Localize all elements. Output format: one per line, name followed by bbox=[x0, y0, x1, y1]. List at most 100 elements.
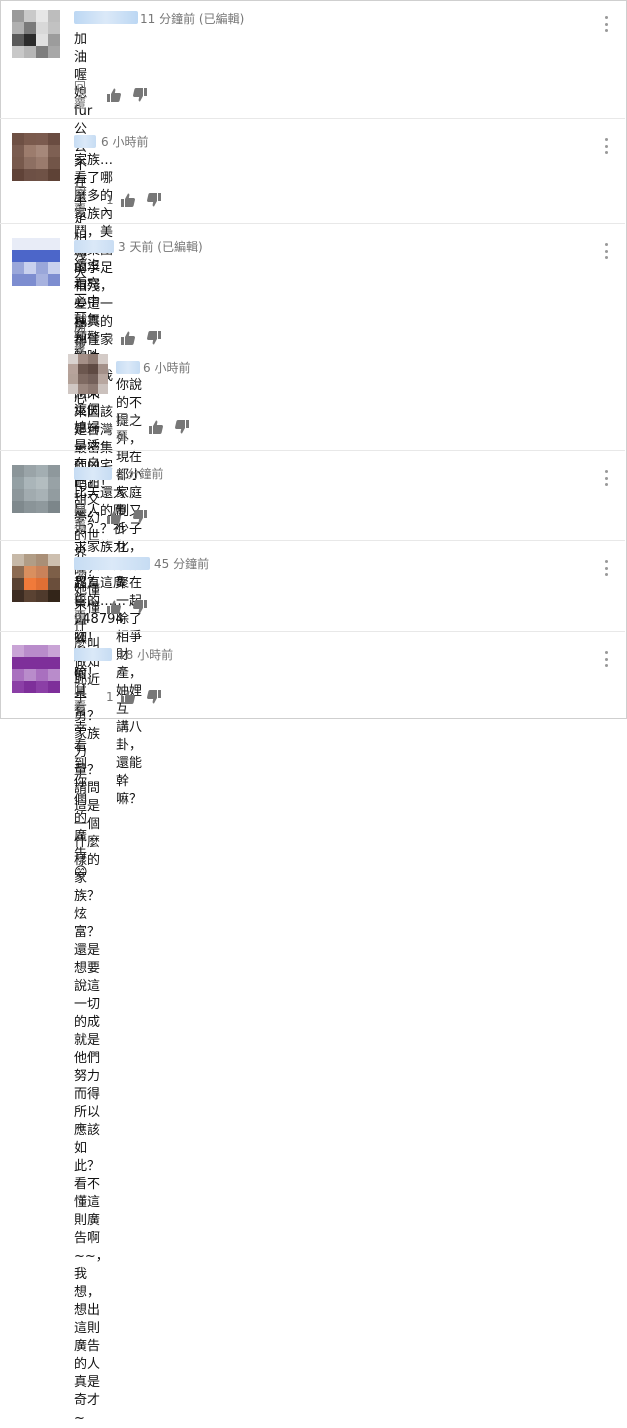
thumbs-up-icon[interactable] bbox=[120, 191, 136, 209]
avatar-pixel bbox=[48, 554, 60, 566]
avatar-pixel bbox=[24, 22, 36, 34]
thumbs-down-icon[interactable] bbox=[146, 329, 162, 347]
thumbs-down-icon[interactable] bbox=[174, 418, 190, 436]
author-name[interactable] bbox=[74, 11, 138, 24]
author-name[interactable] bbox=[74, 467, 112, 480]
avatar-pixel bbox=[36, 274, 48, 286]
more-options-icon[interactable] bbox=[600, 138, 612, 154]
comment-timestamp[interactable]: 8 分鐘前 bbox=[116, 465, 163, 482]
comment-timestamp[interactable]: 18 小時前 bbox=[118, 646, 173, 663]
reply-button[interactable]: 回覆 bbox=[74, 78, 90, 112]
comment-actions: 回覆 3 bbox=[74, 323, 172, 354]
thumbs-down-icon[interactable] bbox=[132, 508, 148, 526]
comment-actions: 回覆 bbox=[116, 412, 200, 443]
divider bbox=[0, 118, 625, 119]
avatar-pixel bbox=[36, 554, 48, 566]
thumbs-down-icon[interactable] bbox=[132, 598, 148, 616]
thumbs-down-icon[interactable] bbox=[146, 688, 162, 706]
comment-actions: 回覆 1 bbox=[74, 185, 172, 216]
avatar[interactable] bbox=[12, 645, 60, 693]
reply-button[interactable]: 回覆 bbox=[116, 410, 132, 444]
avatar-pixel bbox=[24, 489, 36, 501]
avatar-pixel bbox=[48, 238, 60, 250]
comment-timestamp[interactable]: 3 天前 (已編輯) bbox=[118, 238, 203, 255]
avatar-pixel bbox=[48, 578, 60, 590]
thumbs-up-icon[interactable] bbox=[120, 688, 136, 706]
author-name[interactable] bbox=[74, 135, 96, 148]
avatar-pixel bbox=[36, 501, 48, 513]
avatar-pixel bbox=[98, 384, 108, 394]
reply-button[interactable]: 回覆 bbox=[74, 321, 90, 355]
avatar-pixel bbox=[12, 501, 24, 513]
avatar-pixel bbox=[48, 657, 60, 669]
avatar-pixel bbox=[24, 590, 36, 602]
avatar-pixel bbox=[36, 262, 48, 274]
comment-actions: 回覆 bbox=[74, 502, 158, 533]
more-options-icon[interactable] bbox=[600, 243, 612, 259]
reply-button[interactable]: 回覆 bbox=[74, 680, 90, 714]
more-options-icon[interactable] bbox=[600, 470, 612, 486]
author-name[interactable] bbox=[116, 361, 140, 374]
reply-button[interactable]: 回覆 bbox=[74, 500, 90, 534]
avatar-pixel bbox=[24, 262, 36, 274]
comment-timestamp[interactable]: 6 小時前 bbox=[101, 133, 148, 150]
avatar-pixel bbox=[48, 46, 60, 58]
avatar-pixel bbox=[48, 34, 60, 46]
avatar[interactable] bbox=[12, 465, 60, 513]
comment-timestamp[interactable]: 6 小時前 bbox=[143, 359, 190, 376]
avatar-pixel bbox=[12, 489, 24, 501]
avatar-pixel bbox=[78, 364, 88, 374]
avatar-pixel bbox=[12, 46, 24, 58]
avatar-pixel bbox=[24, 554, 36, 566]
reply-button[interactable]: 回覆 bbox=[74, 183, 90, 217]
avatar-pixel bbox=[36, 145, 48, 157]
comment-timestamp[interactable]: 45 分鐘前 bbox=[154, 555, 209, 572]
comment-timestamp[interactable]: 11 分鐘前 (已編輯) bbox=[140, 10, 244, 27]
avatar-pixel bbox=[48, 22, 60, 34]
author-name[interactable] bbox=[74, 648, 112, 661]
reply-button[interactable]: 回覆 bbox=[74, 590, 90, 624]
avatar-pixel bbox=[36, 157, 48, 169]
divider bbox=[0, 540, 625, 541]
avatar-pixel bbox=[36, 566, 48, 578]
thumbs-up-icon[interactable] bbox=[106, 598, 122, 616]
avatar[interactable] bbox=[12, 10, 60, 58]
avatar-pixel bbox=[12, 465, 24, 477]
avatar-pixel bbox=[12, 657, 24, 669]
author-name[interactable] bbox=[74, 557, 150, 570]
thumbs-up-icon[interactable] bbox=[106, 86, 122, 104]
avatar-pixel bbox=[36, 250, 48, 262]
more-options-icon[interactable] bbox=[600, 560, 612, 576]
avatar-pixel bbox=[78, 374, 88, 384]
author-name-blur bbox=[74, 467, 112, 480]
author-name-blur bbox=[116, 361, 140, 374]
avatar-pixel bbox=[24, 681, 36, 693]
avatar[interactable] bbox=[12, 554, 60, 602]
avatar-pixel bbox=[12, 157, 24, 169]
avatar[interactable] bbox=[12, 238, 60, 286]
more-options-icon[interactable] bbox=[600, 16, 612, 32]
avatar-pixel bbox=[24, 465, 36, 477]
avatar-pixel bbox=[48, 274, 60, 286]
avatar-pixel bbox=[12, 669, 24, 681]
thumbs-up-icon[interactable] bbox=[120, 329, 136, 347]
avatar-pixel bbox=[48, 566, 60, 578]
avatar-pixel bbox=[12, 22, 24, 34]
avatar-pixel bbox=[24, 10, 36, 22]
thumbs-up-icon[interactable] bbox=[148, 418, 164, 436]
avatar-pixel bbox=[12, 250, 24, 262]
avatar-pixel bbox=[24, 145, 36, 157]
avatar-pixel bbox=[48, 669, 60, 681]
avatar-pixel bbox=[48, 501, 60, 513]
avatar[interactable] bbox=[68, 354, 108, 394]
avatar[interactable] bbox=[12, 133, 60, 181]
avatar-pixel bbox=[12, 238, 24, 250]
author-name[interactable] bbox=[74, 240, 114, 253]
more-options-icon[interactable] bbox=[600, 651, 612, 667]
avatar-pixel bbox=[12, 10, 24, 22]
thumbs-up-icon[interactable] bbox=[106, 508, 122, 526]
avatar-pixel bbox=[12, 169, 24, 181]
avatar-pixel bbox=[48, 590, 60, 602]
thumbs-down-icon[interactable] bbox=[146, 191, 162, 209]
thumbs-down-icon[interactable] bbox=[132, 86, 148, 104]
